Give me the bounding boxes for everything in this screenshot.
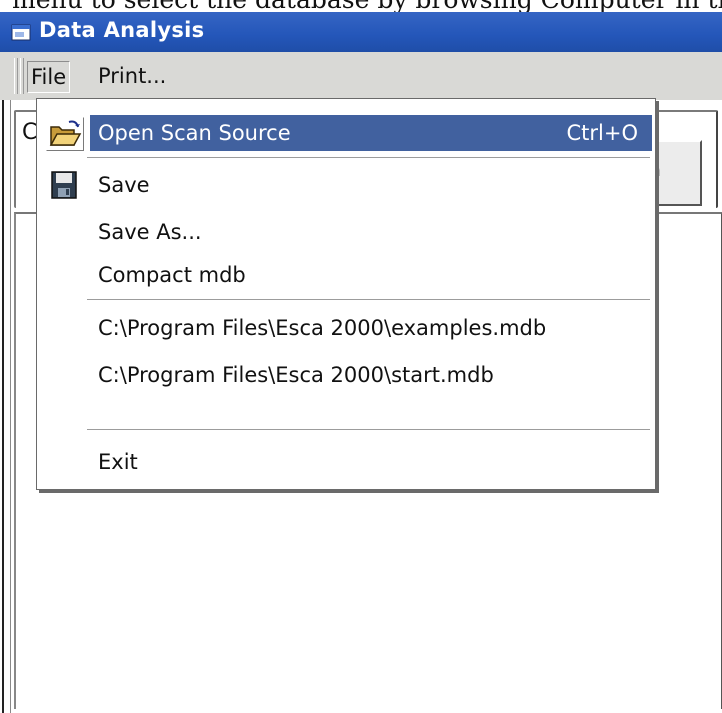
menu-item-recent-file-label: C:\Program Files\Esca 2000\examples.mdb — [98, 316, 547, 340]
menu-file[interactable]: File — [27, 61, 71, 93]
menu-item-recent-file[interactable]: C:\Program Files\Esca 2000\examples.mdb — [40, 310, 652, 346]
menu-item-save-label: Save — [98, 173, 150, 197]
menu-item-open-shortcut: Ctrl+O — [566, 121, 639, 145]
menu-separator — [87, 157, 650, 159]
floppy-disk-icon — [46, 169, 82, 201]
menu-item-compact-mdb[interactable]: Compact mdb — [40, 257, 652, 293]
menu-separator — [87, 429, 650, 431]
menu-item-exit[interactable]: Exit — [40, 444, 652, 480]
file-menu-dropdown: Open Scan Source Ctrl+O Save Save As... … — [36, 98, 656, 490]
menu-separator — [87, 299, 650, 301]
menu-item-recent-file-label: C:\Program Files\Esca 2000\start.mdb — [98, 363, 494, 387]
menu-print[interactable]: Print... — [98, 61, 166, 91]
menu-item-compact-label: Compact mdb — [98, 263, 246, 287]
menu-item-save[interactable]: Save — [40, 167, 652, 203]
menu-item-open-scan-source[interactable]: Open Scan Source Ctrl+O — [40, 115, 652, 151]
menu-item-save-as-label: Save As... — [98, 220, 202, 244]
menu-item-save-as[interactable]: Save As... — [40, 214, 652, 250]
open-folder-icon — [46, 117, 84, 151]
document-caption-text: menu to select the database by browsing … — [12, 0, 722, 12]
window-title-bar[interactable]: Data Analysis — [0, 12, 722, 52]
toolbar-grip-handle[interactable] — [14, 58, 24, 94]
menu-print-label: Print... — [98, 64, 167, 88]
document-caption-strip: menu to select the database by browsing … — [0, 0, 722, 12]
menu-item-exit-label: Exit — [98, 450, 138, 474]
menu-file-label: File — [31, 65, 67, 89]
window-app-icon — [11, 24, 31, 41]
menu-item-recent-file[interactable]: C:\Program Files\Esca 2000\start.mdb — [40, 357, 652, 393]
window-left-border — [2, 100, 11, 713]
menu-item-open-label: Open Scan Source — [98, 121, 291, 145]
menu-bar: File Print... — [0, 52, 722, 100]
window-title: Data Analysis — [39, 18, 205, 42]
